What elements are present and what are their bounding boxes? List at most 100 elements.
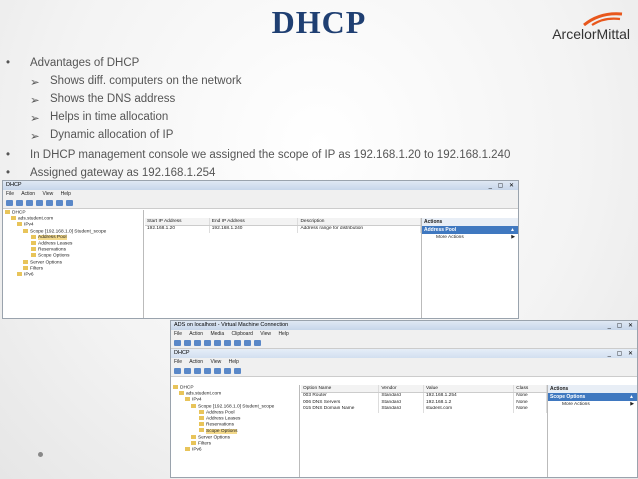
column-header[interactable]: Class: [514, 385, 547, 392]
reset-icon[interactable]: [234, 340, 241, 346]
more-actions-item[interactable]: More Actions ▶: [422, 234, 518, 242]
inner-titlebar: DHCP _ ▢ ✕: [171, 349, 637, 358]
menu-view[interactable]: View: [260, 331, 271, 337]
back-icon[interactable]: [6, 200, 13, 206]
folder-icon: [31, 240, 36, 245]
address-pool-table: Start IP Address End IP Address Descript…: [145, 218, 421, 233]
ctrl-alt-del-icon[interactable]: [174, 340, 181, 346]
column-header[interactable]: Option Name: [301, 385, 380, 392]
folder-icon: [23, 265, 28, 270]
table-header: Start IP Address End IP Address Descript…: [145, 218, 421, 226]
column-header[interactable]: Description: [298, 218, 421, 225]
bullet-symbol: •: [6, 57, 11, 69]
menu-action[interactable]: Action: [189, 359, 203, 365]
menu-file[interactable]: File: [174, 359, 182, 365]
dhcp-icon: [173, 385, 178, 389]
arcelormittal-swoosh-icon: [583, 12, 623, 27]
pause-icon[interactable]: [224, 340, 231, 346]
export-icon[interactable]: [224, 368, 231, 374]
window-controls[interactable]: _ ▢ ✕: [489, 182, 516, 191]
revert-icon[interactable]: [254, 340, 261, 346]
menu-action[interactable]: Action: [21, 191, 35, 197]
actions-section[interactable]: Scope Options ▲: [548, 393, 637, 401]
bullet-item: • In DHCP management console we assigned…: [6, 149, 510, 161]
arrow-bullet-icon: ➢: [30, 131, 40, 143]
window-controls[interactable]: _ ▢ ✕: [608, 322, 635, 331]
show-hide-tree-icon[interactable]: [204, 368, 211, 374]
folder-icon: [31, 253, 36, 258]
window-title: DHCP: [6, 182, 22, 188]
menu-help[interactable]: Help: [61, 191, 71, 197]
menu-file[interactable]: File: [174, 331, 182, 337]
actions-section[interactable]: Address Pool ▲: [422, 226, 518, 234]
shutdown-icon[interactable]: [204, 340, 211, 346]
menu-media[interactable]: Media: [210, 331, 224, 337]
bullet-text: Assigned gateway as 192.168.1.254: [30, 167, 216, 179]
table-row[interactable]: 192.168.1.20 192.168.1.240 Address range…: [145, 226, 421, 233]
collapse-icon: ▲: [510, 227, 515, 233]
ipv4-icon: [17, 222, 22, 227]
inner-toolbar: [171, 366, 637, 377]
submenu-arrow-icon: ▶: [511, 235, 515, 240]
folder-icon: [191, 434, 196, 439]
menu-view[interactable]: View: [42, 191, 53, 197]
sub-bullet-item: ➢ Helps in time allocation: [30, 111, 168, 125]
ipv6-icon: [185, 446, 190, 451]
bullet-symbol: •: [6, 149, 11, 161]
column-header[interactable]: Vendor: [379, 385, 424, 392]
column-header[interactable]: End IP Address: [210, 218, 299, 225]
bullet-text: In DHCP management console we assigned t…: [30, 149, 511, 161]
forward-icon[interactable]: [184, 368, 191, 374]
folder-icon: [23, 228, 28, 233]
table-cell: Standard: [379, 406, 424, 413]
save-icon[interactable]: [214, 340, 221, 346]
folder-icon: [31, 234, 36, 239]
show-hide-tree-icon[interactable]: [36, 200, 43, 206]
folder-icon: [23, 259, 28, 264]
start-icon[interactable]: [184, 340, 191, 346]
table-cell: 192.168.1.20: [145, 226, 210, 233]
help-icon[interactable]: [66, 200, 73, 206]
help-icon[interactable]: [234, 368, 241, 374]
menu-help[interactable]: Help: [229, 359, 239, 365]
export-icon[interactable]: [56, 200, 63, 206]
tree-item-ipv6[interactable]: IPv6: [3, 271, 143, 278]
stop-icon[interactable]: [194, 340, 201, 346]
scope-options-table: Option Name Vendor Value Class 003 Route…: [301, 385, 547, 413]
vm-menu-bar: File Action Media Clipboard View Help: [171, 330, 637, 338]
column-header[interactable]: Value: [424, 385, 515, 392]
back-icon[interactable]: [174, 368, 181, 374]
bullet-text: Dynamic allocation of IP: [50, 129, 174, 141]
menu-help[interactable]: Help: [278, 331, 288, 337]
up-icon[interactable]: [194, 368, 201, 374]
refresh-icon[interactable]: [214, 368, 221, 374]
dhcp-console-window: DHCP _ ▢ ✕ File Action View Help DHCP ad…: [2, 180, 519, 319]
slide-bullet-dot: [38, 452, 43, 457]
up-icon[interactable]: [26, 200, 33, 206]
collapse-icon: ▲: [629, 394, 634, 400]
folder-icon: [191, 440, 196, 445]
column-header[interactable]: Start IP Address: [145, 218, 210, 225]
dhcp-icon: [5, 210, 10, 214]
table-cell: Address range for distribution: [298, 226, 421, 233]
menu-view[interactable]: View: [210, 359, 221, 365]
tree-item-ipv6[interactable]: IPv6: [171, 446, 299, 453]
snapshot-icon[interactable]: [244, 340, 251, 346]
forward-icon[interactable]: [16, 200, 23, 206]
menu-clipboard[interactable]: Clipboard: [232, 331, 253, 337]
refresh-icon[interactable]: [46, 200, 53, 206]
actions-header: Actions: [422, 218, 518, 226]
menu-file[interactable]: File: [6, 191, 14, 197]
inner-window-title: DHCP: [174, 350, 190, 356]
menu-action[interactable]: Action: [189, 331, 203, 337]
window-titlebar: ADS on localhost - Virtual Machine Conne…: [171, 321, 637, 330]
more-actions-item[interactable]: More Actions ▶: [548, 401, 637, 409]
folder-icon: [199, 428, 204, 433]
server-icon: [179, 391, 184, 396]
table-cell: student.com: [424, 406, 515, 413]
table-row[interactable]: 015 DNS Domain Name Standard student.com…: [301, 406, 547, 413]
table-cell: 015 DNS Domain Name: [301, 406, 380, 413]
table-header: Option Name Vendor Value Class: [301, 385, 547, 393]
inner-window-controls[interactable]: _ ▢ ✕: [608, 350, 635, 359]
folder-icon: [199, 409, 204, 414]
